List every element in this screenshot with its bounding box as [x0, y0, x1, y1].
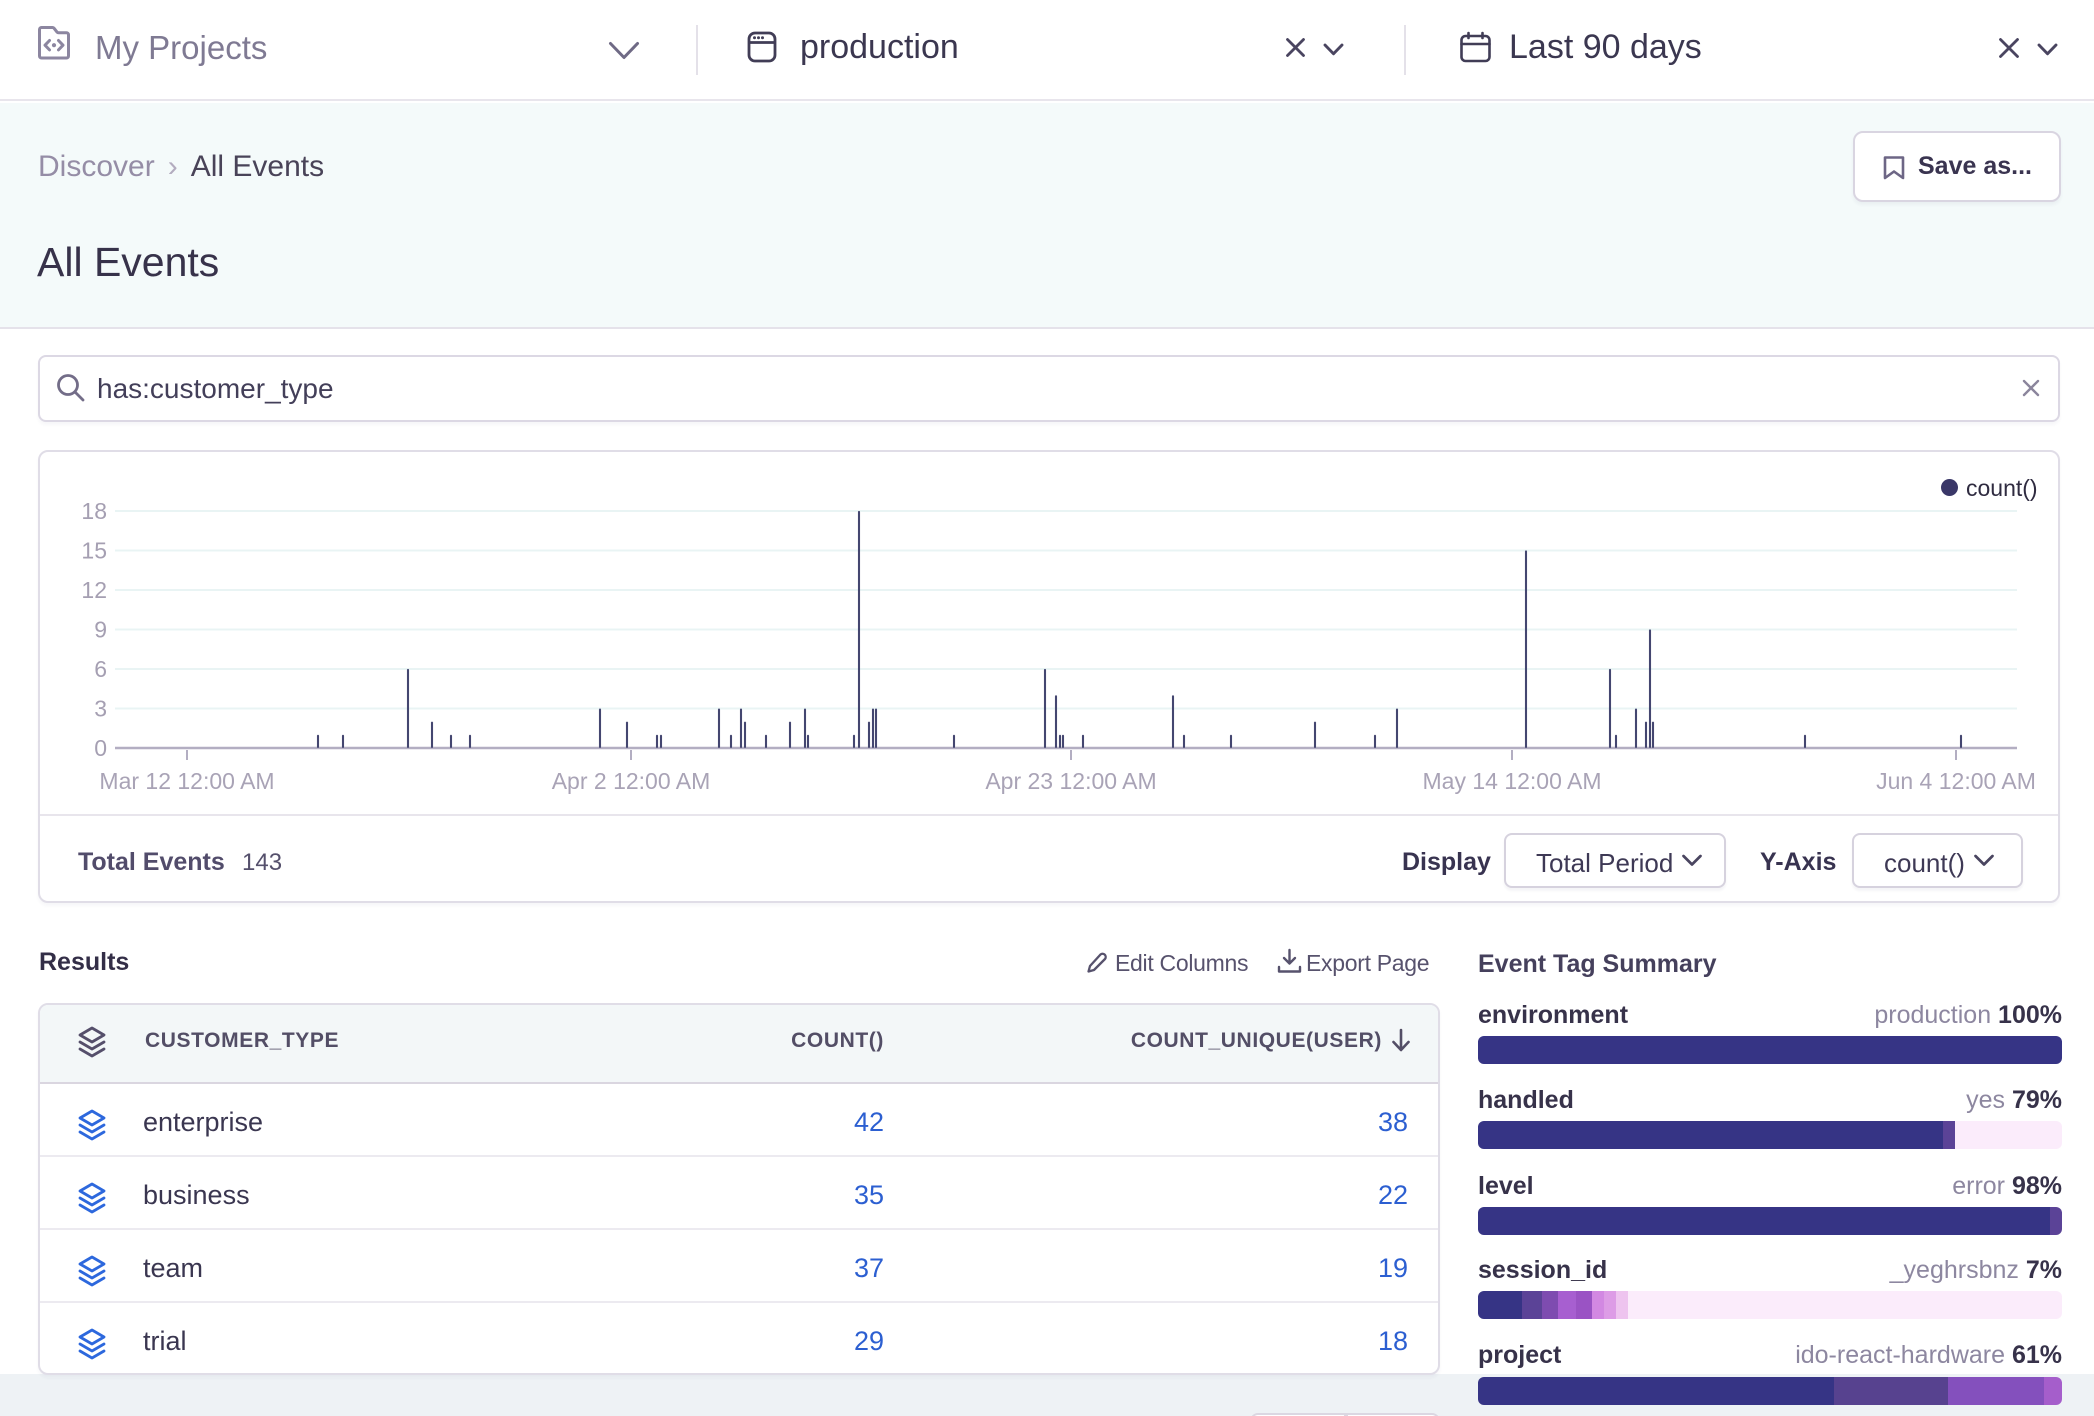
svg-text:Mar 12 12:00 AM: Mar 12 12:00 AM — [99, 768, 274, 794]
svg-text:May 14 12:00 AM: May 14 12:00 AM — [1423, 768, 1602, 794]
svg-text:15: 15 — [81, 537, 107, 563]
svg-text:12: 12 — [81, 577, 107, 603]
svg-text:0: 0 — [94, 735, 107, 761]
svg-text:Apr 2 12:00 AM: Apr 2 12:00 AM — [552, 768, 711, 794]
svg-text:18: 18 — [81, 498, 107, 524]
svg-text:9: 9 — [94, 616, 107, 642]
svg-text:6: 6 — [94, 656, 107, 682]
svg-text:Jun 4 12:00 AM: Jun 4 12:00 AM — [1876, 768, 2036, 794]
svg-text:Apr 23 12:00 AM: Apr 23 12:00 AM — [985, 768, 1156, 794]
svg-text:3: 3 — [94, 695, 107, 721]
